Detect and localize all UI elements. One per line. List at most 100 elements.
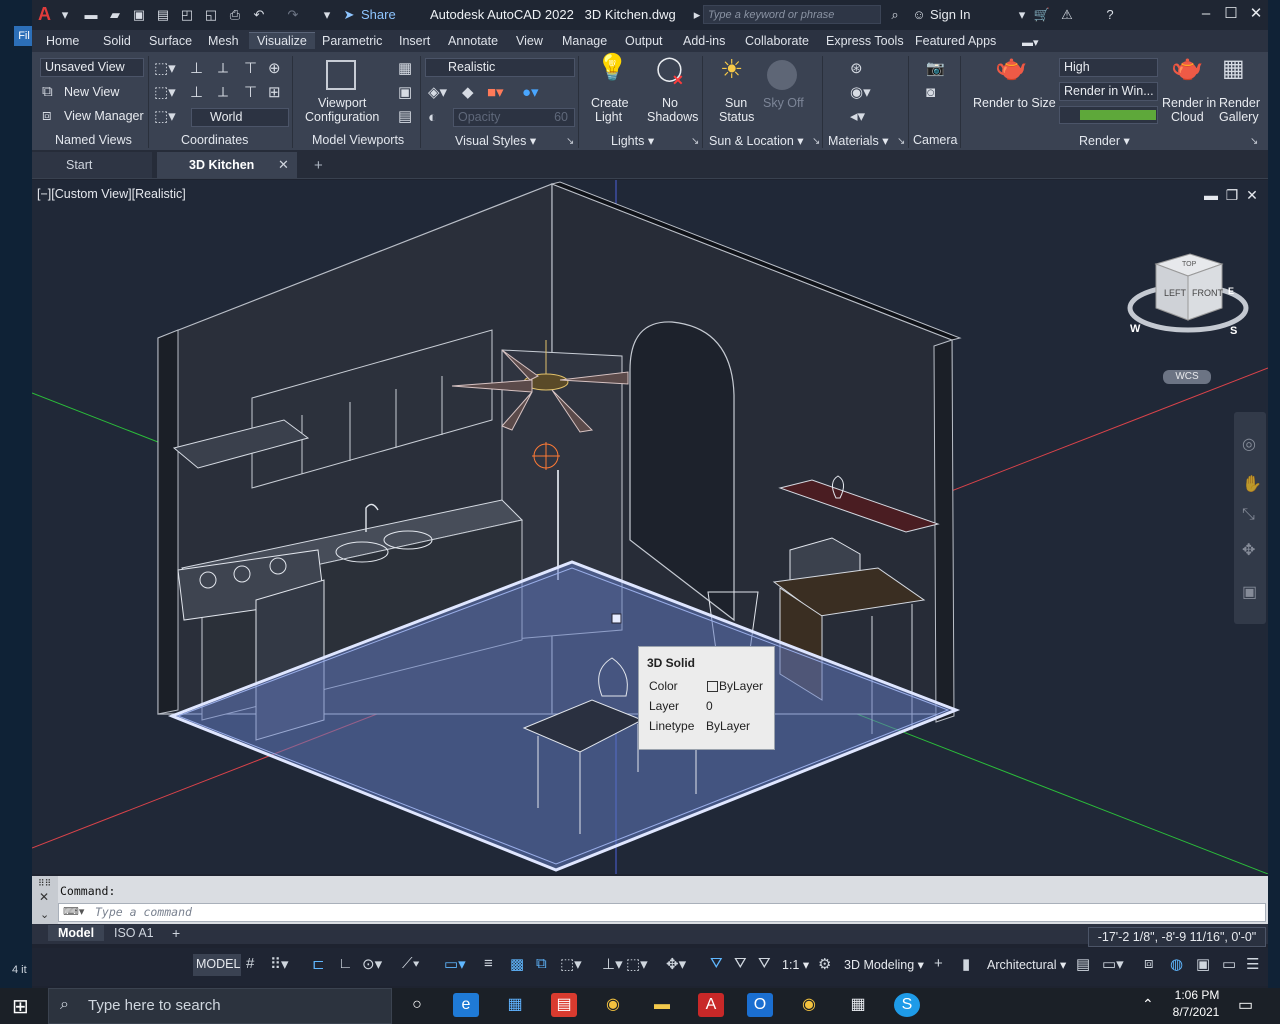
gizmo-icon[interactable]: ✥▾ [666,955,686,973]
chrome-profile-icon[interactable]: ◉ [796,993,822,1017]
annotation-scale-value[interactable]: 1:1 ▾ [782,957,809,972]
create-light-label-1[interactable]: Create [591,96,629,110]
tab-parametric[interactable]: Parametric [322,34,382,48]
tab-output[interactable]: Output [625,34,663,48]
tab-mesh[interactable]: Mesh [208,34,239,48]
render-exposure-bar[interactable] [1059,106,1158,124]
windows-start-icon[interactable]: ⊞ [12,994,29,1019]
viewport-controls-label[interactable]: [−][Custom View][Realistic] [37,187,186,201]
ucs-properties-icon[interactable]: ⬚▾ [154,108,176,126]
plot-icon[interactable]: ⎙ [226,6,244,24]
view-manager-button[interactable]: View Manager [64,109,144,123]
sky-off-icon[interactable] [767,60,797,90]
transparency-icon[interactable]: ▩ [510,955,524,973]
undo-icon[interactable]: ↶ [250,6,268,24]
ucs-world-dropdown[interactable]: World [191,108,289,127]
showmotion-icon[interactable]: ▣ [1242,582,1257,602]
new-layout-icon[interactable]: + [172,925,180,941]
lineweight-icon[interactable]: ≡ [484,955,493,972]
annotation-visibility-icon[interactable]: ⛛ [710,955,723,972]
share-button[interactable]: Share [361,7,396,22]
command-line-handle[interactable]: ⠿⠿ ✕ ⌄ [32,876,58,924]
share-icon[interactable]: ➤ [340,6,358,24]
join-viewports-icon[interactable]: ▣ [398,84,412,102]
workspace-switch[interactable]: 3D Modeling ▾ [844,957,924,972]
viewport-window-controls[interactable]: ▬ ❐ ✕ [1204,187,1258,204]
redo-icon[interactable]: ↷ [284,6,302,24]
render-cloud-label-2[interactable]: Cloud [1171,110,1204,124]
render-to-size-icon[interactable]: 🫖 [995,54,1027,80]
tab-insert[interactable]: Insert [399,34,430,48]
sun-status-label-2[interactable]: Status [719,110,754,124]
tab-manage[interactable]: Manage [562,34,607,48]
file-tab-3d-kitchen[interactable]: 3D Kitchen [157,152,297,178]
skype-icon[interactable]: S [894,993,920,1017]
annotation-scale-icon[interactable]: ⛛ [758,955,771,972]
wcs-menu[interactable]: WCS [1163,370,1211,384]
autodesk-account-icon[interactable]: ⚠ [1058,6,1076,24]
create-camera-icon[interactable]: 📷 [926,60,945,78]
command-input[interactable]: Type a command [58,903,1266,922]
viewport-config-label-2[interactable]: Configuration [305,110,379,124]
layout-tab-iso-a1[interactable]: ISO A1 [114,926,154,940]
render-in-dropdown[interactable]: Render in Win... [1059,82,1158,101]
ortho-icon[interactable]: ∟ [338,955,353,972]
color-style-icon[interactable]: ■▾ [487,84,504,102]
ucs-origin-icon[interactable]: ⊥ [190,60,203,78]
infer-constraints-icon[interactable]: ⊏ [312,955,325,973]
materials-launcher-icon[interactable]: ↘ [897,136,905,147]
ucs-world-icon[interactable]: ⊕ [268,60,281,78]
sun-status-icon[interactable]: ☀ [720,56,743,82]
ucs-x-icon[interactable]: ⊥ [190,84,203,102]
edge-effects-icon[interactable]: ◈▾ [428,84,447,102]
customize-command-icon[interactable]: ⌄ [40,908,49,921]
named-view-dropdown[interactable]: Unsaved View [40,58,144,77]
pan-icon[interactable]: ✋ [1242,474,1262,494]
polar-tracking-icon[interactable]: ⊙▾ [362,955,382,973]
desktop-file-item[interactable]: Fil [14,26,34,46]
annotation-monitor-icon[interactable]: + [934,955,943,972]
render-to-size-button[interactable]: Render to Size [973,96,1056,110]
autodesk-store-icon[interactable]: 🛒 [1033,6,1051,24]
render-launcher-icon[interactable]: ↘ [1250,136,1258,147]
render-in-cloud-icon[interactable]: 🫖 [1171,54,1203,80]
render-cloud-label-1[interactable]: Render in [1162,96,1216,110]
tab-collaborate[interactable]: Collaborate [745,34,809,48]
panel-title-render[interactable]: Render ▾ [1079,133,1130,148]
visual-style-dropdown[interactable]: Realistic [425,58,575,77]
customization-menu-icon[interactable]: ☰ [1246,955,1259,973]
lights-launcher-icon[interactable]: ↘ [691,136,699,147]
help-search-input[interactable]: Type a keyword or phrase [703,5,881,24]
tab-solid[interactable]: Solid [103,34,131,48]
face-style-icon[interactable]: ◆ [462,84,474,102]
search-icon[interactable]: ⌕ [886,6,904,24]
fullscreen-icon[interactable]: ▭ [1222,955,1236,973]
open-folder-icon[interactable]: ▰ [106,6,124,24]
quick-properties-icon[interactable]: ▤ [1076,955,1090,973]
lock-ui-icon[interactable]: ▭▾ [1102,955,1124,973]
kitchen-3d-model[interactable] [32,180,1268,874]
customize-qat-icon[interactable]: ▾ [318,6,336,24]
zoom-extents-icon[interactable]: ⤡ [1242,506,1255,524]
outlook-icon[interactable]: O [747,993,773,1017]
sky-off-label[interactable]: Sky Off [763,96,804,110]
taskbar-search-placeholder[interactable]: Type here to search [88,997,221,1014]
no-shadows-label-2[interactable]: Shadows [647,110,698,124]
named-viewports-icon[interactable]: ▦ [398,60,412,78]
attach-material-icon[interactable]: ◂▾ [850,108,865,126]
sign-in-button[interactable]: Sign In [930,7,970,22]
auto-scale-icon[interactable]: ⛛ [734,955,747,972]
file-explorer-icon[interactable]: ▬ [649,993,675,1017]
tab-view[interactable]: View [516,34,543,48]
app-menu-chevron-icon[interactable]: ▾ [56,6,74,24]
help-icon[interactable]: ? [1101,6,1119,24]
selection-cycling-icon[interactable]: ⧉ [536,955,547,972]
material-mapping-icon[interactable]: ◉▾ [850,84,871,102]
drawing-viewport[interactable] [32,180,1268,874]
viewport-config-label-1[interactable]: Viewport [318,96,366,110]
render-gallery-label-1[interactable]: Render [1219,96,1260,110]
tab-featured-apps[interactable]: Featured Apps [915,34,996,48]
ucs-zaxis-icon[interactable]: ⊤ [244,60,257,78]
panel-title-materials[interactable]: Materials ▾ [828,133,888,148]
visual-styles-launcher-icon[interactable]: ↘ [566,136,574,147]
